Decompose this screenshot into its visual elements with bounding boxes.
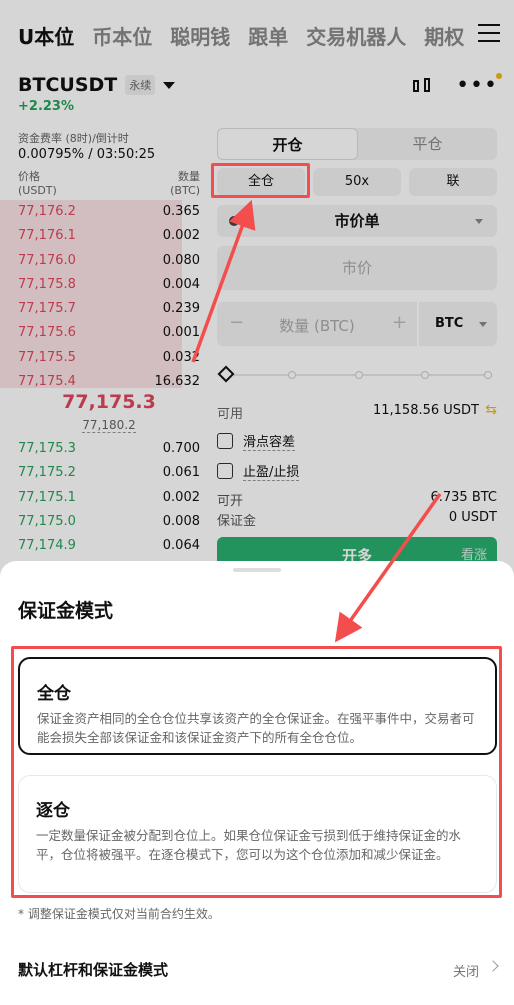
highlight-margin-options (11, 646, 502, 898)
margin-mode-note: * 调整保证金模式仅对当前合约生效。 (18, 907, 220, 921)
highlight-margin-mode-button (211, 163, 310, 198)
sheet-grab-handle[interactable] (233, 568, 281, 572)
sheet-title: 保证金模式 (18, 600, 114, 622)
chevron-right-icon (487, 960, 499, 972)
default-setting-label: 默认杠杆和保证金模式 (18, 961, 169, 979)
default-setting-value: 关闭 (452, 965, 479, 980)
default-leverage-margin-row[interactable]: 默认杠杆和保证金模式 关闭 (18, 959, 499, 980)
